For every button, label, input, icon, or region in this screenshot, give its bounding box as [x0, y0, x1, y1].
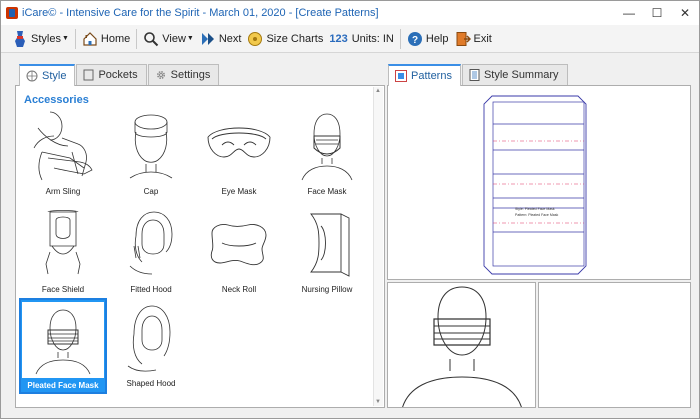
eye-mask-icon: [196, 106, 282, 184]
gallery-item-label: Fitted Hood: [130, 285, 172, 294]
help-label: Help: [425, 32, 449, 45]
model-preview-panel: [387, 282, 536, 408]
gallery-item-label: Arm Sling: [45, 187, 81, 196]
fitted-hood-icon: [108, 204, 194, 282]
pattern-style-text: Style: Pleated Face Mask: [515, 207, 555, 211]
neck-roll-icon: [196, 204, 282, 282]
exit-label: Exit: [473, 32, 492, 45]
gallery-item-fitted-hood[interactable]: Fitted Hood: [107, 204, 195, 300]
gallery-scrollbar[interactable]: ▲ ▼: [373, 87, 383, 406]
pocket-icon: [83, 69, 94, 81]
next-button[interactable]: Next: [197, 27, 245, 51]
patterns-icon: [395, 70, 407, 82]
home-label: Home: [100, 32, 131, 45]
gallery-item-label: Face Mask: [307, 187, 347, 196]
gallery-item-neck-roll[interactable]: Neck Roll: [195, 204, 283, 300]
gallery-item-label: Neck Roll: [221, 285, 257, 294]
tab-style-summary-label: Style Summary: [483, 69, 559, 81]
dress-form-icon: [12, 30, 28, 48]
gallery-item-face-mask[interactable]: Face Mask: [283, 106, 371, 202]
cap-icon: [108, 106, 194, 184]
gallery-item-label: Shaped Hood: [126, 379, 176, 388]
exit-button[interactable]: Exit: [452, 27, 495, 51]
nursing-pillow-icon: [284, 204, 370, 282]
section-title: Accessories: [24, 94, 89, 106]
app-logo-icon: [6, 7, 18, 19]
help-icon: ?: [407, 30, 423, 48]
style-tab-icon: [26, 70, 38, 82]
minimize-button[interactable]: —: [615, 1, 643, 25]
tab-pockets-label: Pockets: [98, 69, 138, 81]
title-bar: iCare© - Intensive Care for the Spirit -…: [1, 1, 699, 25]
toolbar: Styles ▼ Home View ▼ Next Size Charts 12…: [1, 25, 699, 53]
chevron-down-icon: ▼: [186, 35, 194, 42]
tab-pockets[interactable]: Pockets: [76, 64, 147, 85]
shaped-hood-icon: [108, 298, 194, 376]
right-tab-strip: Patterns Style Summary: [388, 64, 569, 86]
tab-style[interactable]: Style: [19, 64, 76, 86]
tab-patterns-label: Patterns: [411, 70, 452, 82]
home-icon: [82, 30, 98, 48]
styles-label: Styles: [31, 32, 61, 45]
scroll-down-icon[interactable]: ▼: [375, 399, 381, 405]
next-label: Next: [218, 32, 242, 45]
toolbar-divider: [74, 28, 76, 49]
search-icon: [143, 30, 159, 48]
tab-patterns[interactable]: Patterns: [388, 64, 461, 86]
model-pleated-mask-icon: [402, 286, 522, 407]
tab-style-label: Style: [42, 70, 67, 82]
tab-settings-label: Settings: [170, 69, 211, 81]
svg-text:?: ?: [412, 35, 418, 46]
left-tab-strip: Style Pockets Settings: [19, 64, 220, 86]
gallery-item-arm-sling[interactable]: Arm Sling: [19, 106, 107, 202]
gallery-item-label: Nursing Pillow: [301, 285, 353, 294]
gallery-item-eye-mask[interactable]: Eye Mask: [195, 106, 283, 202]
gear-icon: [155, 69, 167, 81]
tab-style-summary[interactable]: Style Summary: [461, 64, 568, 85]
chevron-down-icon: ▼: [61, 35, 69, 42]
toolbar-divider: [136, 28, 138, 49]
size-charts-button[interactable]: Size Charts: [244, 27, 326, 51]
window-title: iCare© - Intensive Care for the Spirit -…: [22, 7, 379, 19]
gallery-item-label: Pleated Face Mask: [27, 381, 99, 390]
size-charts-icon: [247, 30, 263, 48]
maximize-button[interactable]: ☐: [643, 1, 671, 25]
face-mask-icon: [284, 106, 370, 184]
style-gallery: Arm Sling Cap Eye Mask Face Mask Face Sh…: [19, 106, 371, 404]
pattern-name-text: Pattern: Pleated Face Mask: [515, 213, 558, 217]
gallery-item-pleated-face-mask[interactable]: Pleated Face Mask: [19, 298, 107, 394]
view-button[interactable]: View ▼: [140, 27, 197, 51]
gallery-item-shaped-hood[interactable]: Shaped Hood: [107, 298, 195, 394]
close-button[interactable]: ✕: [671, 1, 699, 25]
face-shield-icon: [20, 204, 106, 282]
gallery-item-nursing-pillow[interactable]: Nursing Pillow: [283, 204, 371, 300]
document-icon: [469, 69, 480, 81]
pattern-preview-panel: Style: Pleated Face Mask Pattern: Pleate…: [387, 85, 691, 280]
gallery-item-label: Eye Mask: [221, 187, 257, 196]
units-icon: 123: [329, 32, 348, 45]
styles-button[interactable]: Styles ▼: [9, 27, 72, 51]
exit-door-icon: [455, 30, 471, 48]
scroll-up-icon[interactable]: ▲: [375, 88, 381, 94]
home-button[interactable]: Home: [79, 27, 133, 51]
gallery-item-label: Cap: [143, 187, 159, 196]
view-label: View: [162, 32, 186, 45]
next-arrow-icon: [200, 30, 216, 48]
pattern-drawing: Style: Pleated Face Mask Pattern: Pleate…: [483, 95, 587, 275]
size-charts-label: Size Charts: [266, 32, 324, 45]
gallery-item-cap[interactable]: Cap: [107, 106, 195, 202]
pleated-face-mask-icon: [22, 302, 104, 378]
tab-settings[interactable]: Settings: [147, 64, 220, 85]
help-button[interactable]: ? Help: [404, 27, 452, 51]
units-label: Units: IN: [351, 32, 394, 45]
toolbar-divider: [399, 28, 401, 49]
secondary-preview-panel: [538, 282, 691, 408]
gallery-item-label: Face Shield: [41, 285, 85, 294]
arm-sling-icon: [20, 106, 106, 184]
app-window: iCare© - Intensive Care for the Spirit -…: [0, 0, 700, 419]
units-button[interactable]: 123 Units: IN: [326, 27, 397, 51]
gallery-item-face-shield[interactable]: Face Shield: [19, 204, 107, 300]
